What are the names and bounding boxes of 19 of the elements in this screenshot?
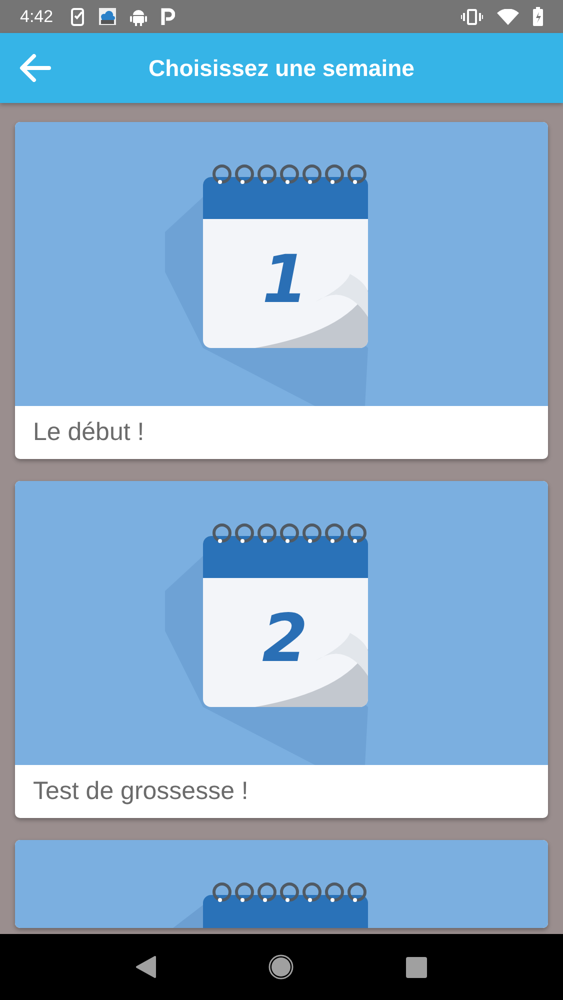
cloud-app-icon	[99, 8, 116, 25]
battery-icon	[533, 7, 543, 26]
calendar-number: 2	[262, 600, 308, 677]
card-caption: Test de grossesse !	[32, 776, 250, 807]
calendar-number: 1	[262, 241, 308, 318]
wifi-icon	[497, 8, 519, 24]
card-caption: Le début !	[32, 417, 146, 448]
home-nav-button[interactable]	[268, 954, 294, 980]
week-card[interactable]: 1 Le début !	[15, 122, 548, 459]
back-nav-button[interactable]	[136, 956, 156, 978]
week-card[interactable]: 2 Test de grossesse !	[15, 481, 548, 818]
android-icon	[130, 8, 148, 26]
vibrate-icon	[461, 8, 483, 24]
recents-nav-button[interactable]	[406, 956, 427, 978]
p-logo-icon	[161, 8, 176, 26]
screen-title: Choisissez une semaine	[148, 54, 414, 82]
back-arrow-icon	[19, 54, 51, 82]
status-time: 4:42	[20, 6, 54, 26]
checklist-icon	[71, 8, 86, 26]
